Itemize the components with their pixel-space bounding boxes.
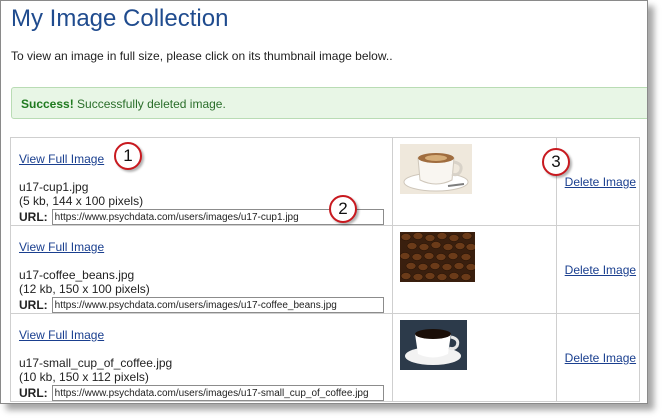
image-url-field[interactable] [51,297,384,313]
action-cell: Delete Image [555,313,641,402]
image-table: View Full Image u17-cup1.jpg (5 kb, 144 … [10,137,641,402]
url-row: URL: [19,297,384,313]
url-label: URL: [19,298,48,312]
callout-badge-2: 2 [329,195,357,223]
table-row: View Full Image u17-coffee_beans.jpg (12… [10,225,641,314]
black-coffee-thumbnail[interactable] [399,320,467,370]
image-filename: u17-coffee_beans.jpg [19,268,135,282]
screenshot-frame: My Image Collection To view an image in … [0,0,648,404]
url-label: URL: [19,386,48,400]
callout-badge-1: 1 [114,142,142,170]
action-cell: Delete Image [555,137,641,226]
delete-image-link[interactable]: Delete Image [565,263,636,277]
delete-image-link[interactable]: Delete Image [565,351,636,365]
success-alert: Success! Successfully deleted image. [11,87,647,119]
callout-badge-3: 3 [542,148,570,176]
image-info-cell: View Full Image u17-coffee_beans.jpg (12… [10,225,393,314]
image-details: (10 kb, 150 x 112 pixels) [19,370,149,384]
alert-message: Successfully deleted image. [77,97,226,111]
cup-of-coffee-thumbnail[interactable] [399,144,472,194]
thumbnail-cell [391,313,557,402]
image-url-field[interactable] [51,385,384,401]
alert-label: Success! [21,97,74,111]
intro-text: To view an image in full size, please cl… [11,49,393,63]
delete-image-link[interactable]: Delete Image [565,175,636,189]
view-full-image-link[interactable]: View Full Image [19,240,384,254]
image-details: (12 kb, 150 x 100 pixels) [19,282,150,296]
thumbnail-cell [391,137,557,226]
image-filename: u17-small_cup_of_coffee.jpg [19,356,173,370]
url-row: URL: [19,385,384,401]
thumbnail-cell [391,225,557,314]
image-info-cell: View Full Image u17-small_cup_of_coffee.… [10,313,393,402]
image-filename: u17-cup1.jpg [19,180,89,194]
action-cell: Delete Image [555,225,641,314]
view-full-image-link[interactable]: View Full Image [19,152,384,166]
url-label: URL: [19,210,48,224]
coffee-beans-thumbnail[interactable] [399,232,475,282]
page-title: My Image Collection [11,5,229,32]
view-full-image-link[interactable]: View Full Image [19,328,384,342]
table-row: View Full Image u17-small_cup_of_coffee.… [10,313,641,402]
table-row: View Full Image u17-cup1.jpg (5 kb, 144 … [10,137,641,226]
